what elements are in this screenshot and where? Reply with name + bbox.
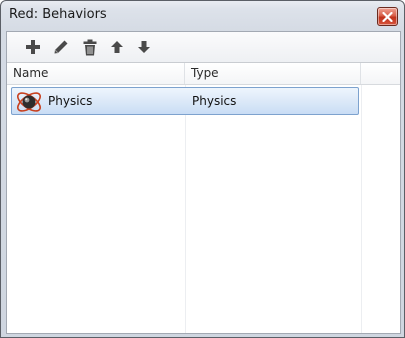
behaviors-window: Red: Behaviors Name Type Physics Physics <box>0 0 405 338</box>
close-button[interactable] <box>377 7 398 26</box>
column-header-type[interactable]: Type <box>185 63 361 84</box>
content-panel: Name Type Physics Physics <box>6 31 401 334</box>
title-bar[interactable]: Red: Behaviors <box>1 1 404 31</box>
arrow-down-icon <box>138 41 150 53</box>
move-down-button[interactable] <box>135 38 153 56</box>
physics-icon <box>14 89 44 115</box>
window-title: Red: Behaviors <box>9 7 107 22</box>
delete-button[interactable] <box>81 38 99 56</box>
close-icon <box>382 11 393 22</box>
column-divider <box>185 85 186 333</box>
row-name-cell: Physics <box>48 94 93 108</box>
edit-button[interactable] <box>52 38 70 56</box>
plus-icon <box>26 40 40 54</box>
column-header-name[interactable]: Name <box>7 63 185 84</box>
toolbar <box>7 32 400 63</box>
behaviors-list[interactable]: Name Type Physics Physics <box>7 63 400 333</box>
column-divider <box>361 85 362 333</box>
move-up-button[interactable] <box>108 38 126 56</box>
table-row[interactable]: Physics Physics <box>11 87 359 115</box>
column-header-filler <box>361 63 400 84</box>
list-header: Name Type <box>7 63 400 85</box>
row-type-cell: Physics <box>192 94 237 108</box>
add-button[interactable] <box>24 38 42 56</box>
trash-icon <box>83 39 97 55</box>
pencil-icon <box>54 40 68 54</box>
arrow-up-icon <box>111 41 123 53</box>
